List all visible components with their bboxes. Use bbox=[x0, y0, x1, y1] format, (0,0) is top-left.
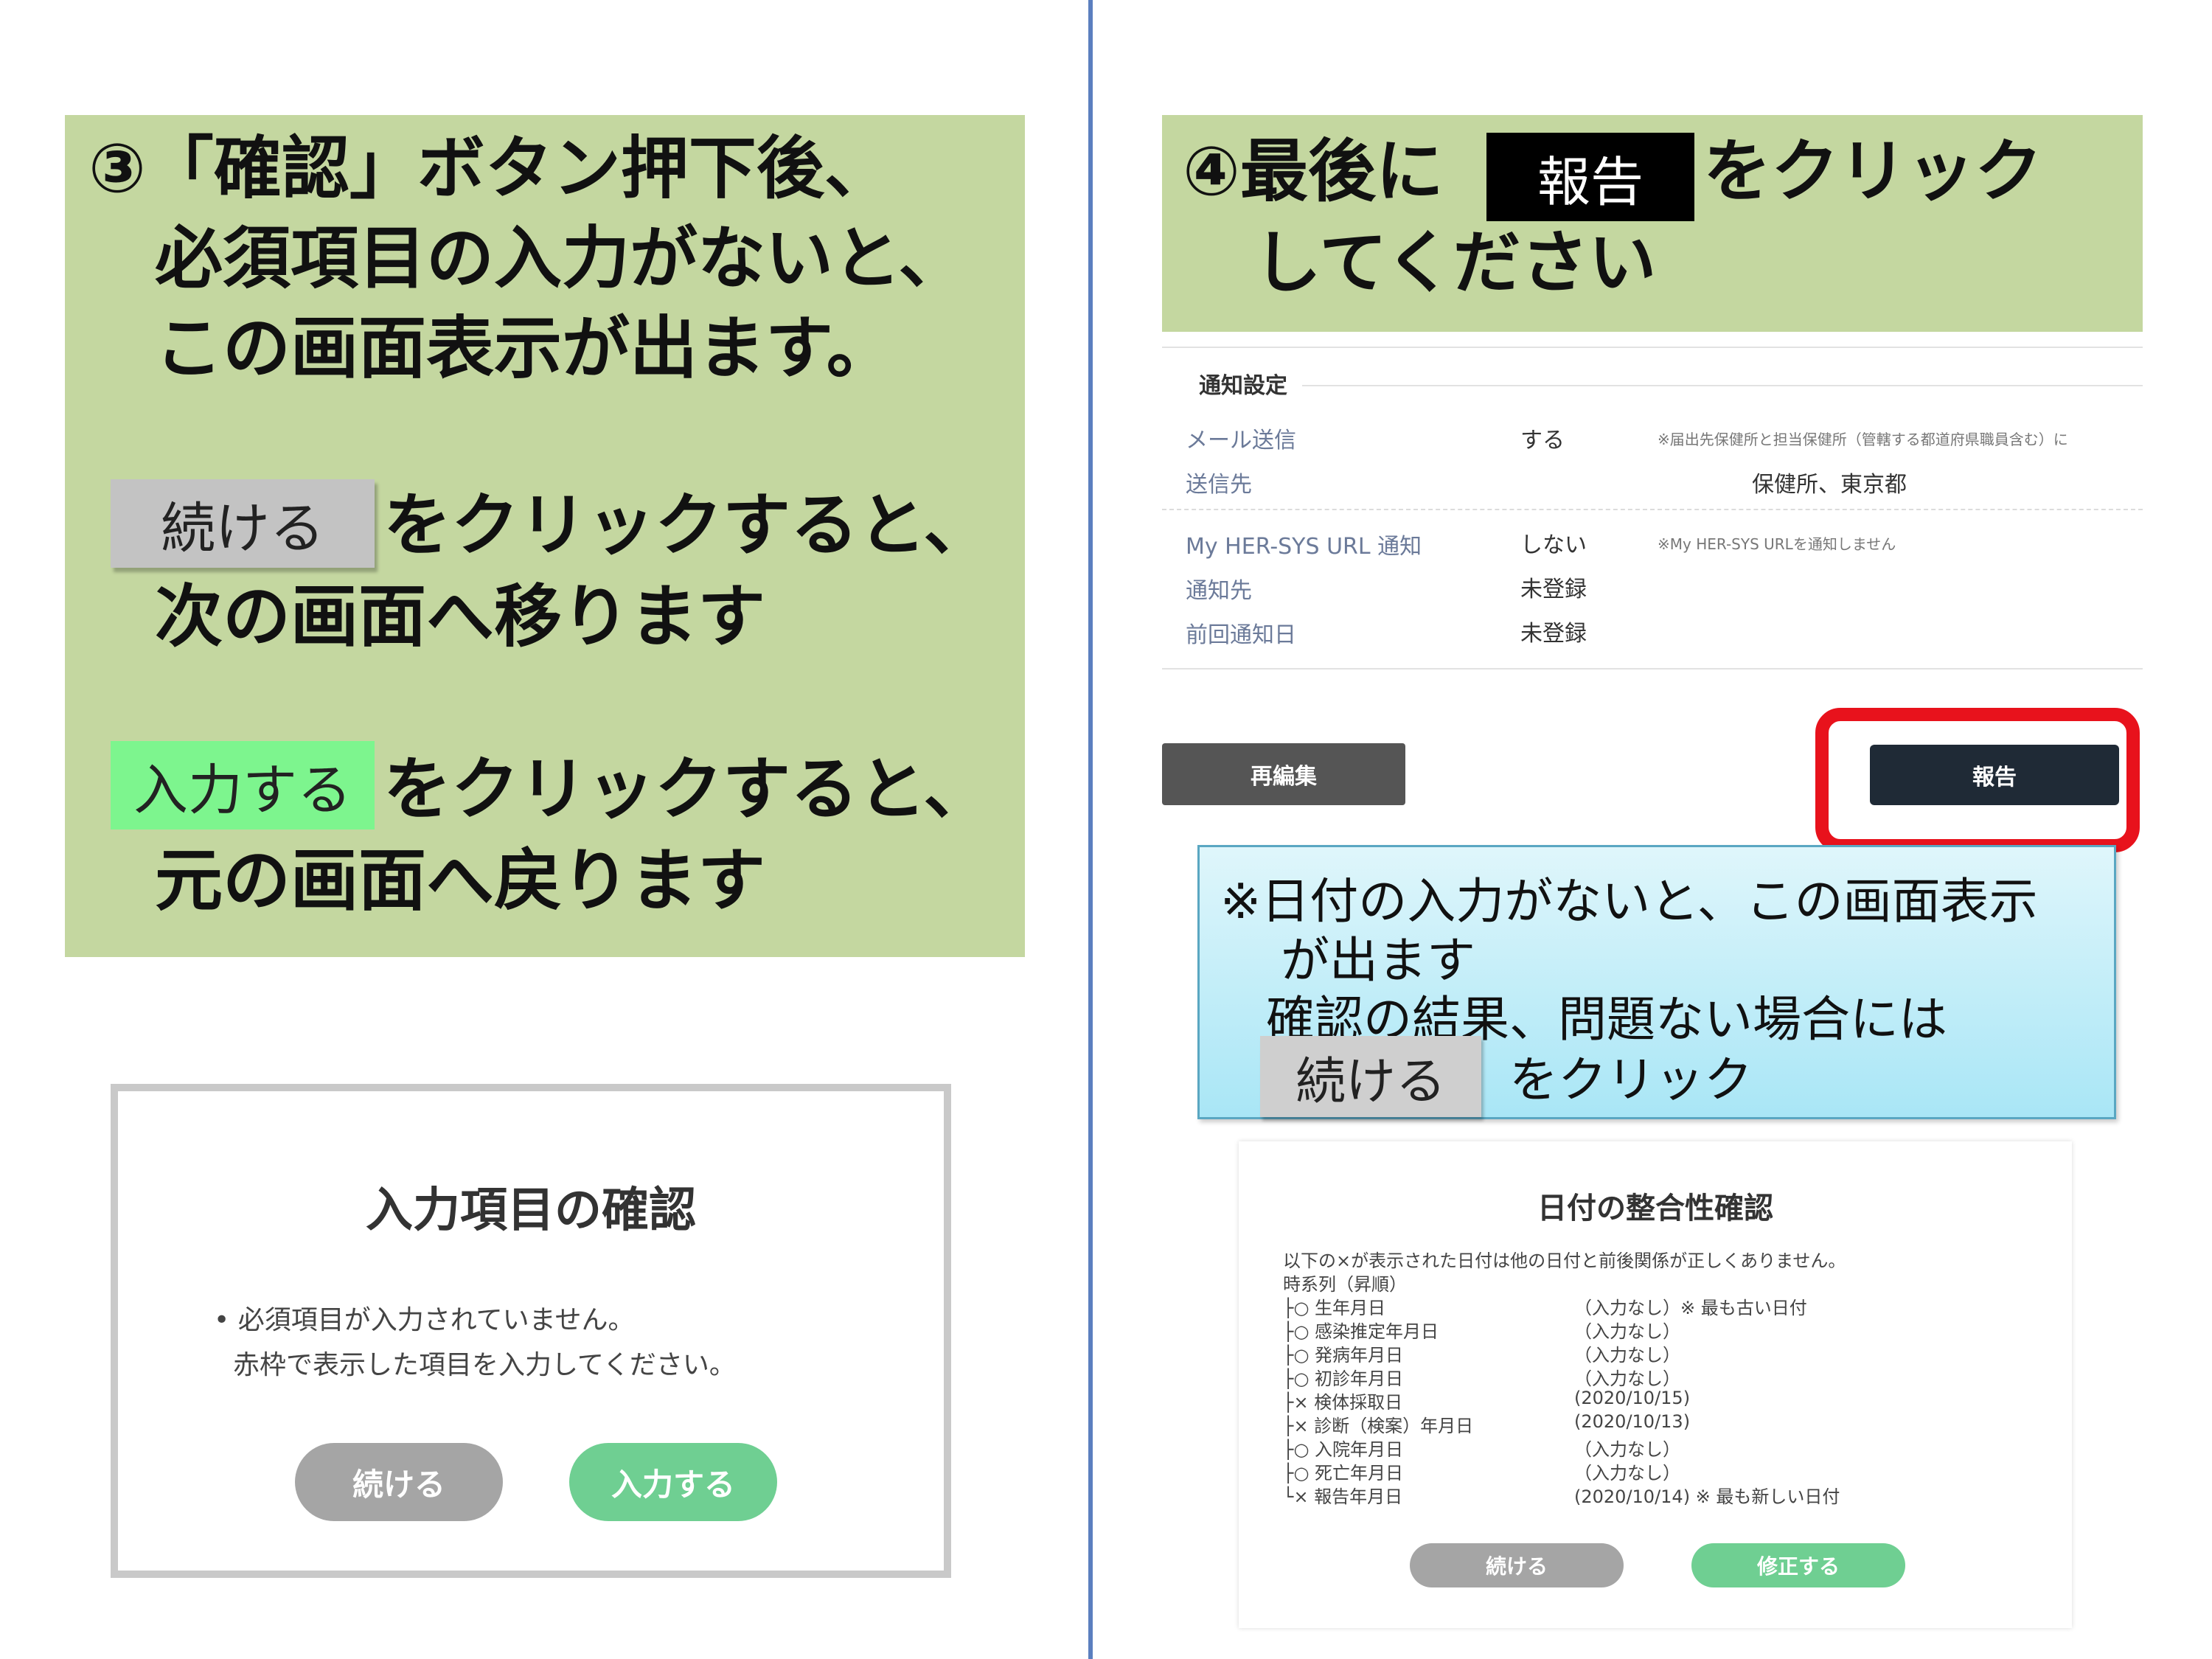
step3-heading-line2: 必須項目の入力がないと、 bbox=[155, 219, 967, 298]
notify-label: 通知先 bbox=[1186, 578, 1252, 604]
message-line1: 必須項目が入力されていません。 bbox=[237, 1305, 635, 1335]
continue-instruction-line2: 次の画面へ移ります bbox=[155, 577, 766, 656]
continue-chip: 続ける bbox=[111, 479, 375, 568]
date-row-label: ├○ 生年月日 bbox=[1283, 1298, 1386, 1318]
date-row-label: ├○ 初診年月日 bbox=[1283, 1368, 1404, 1389]
input-confirm-dialog: 入力項目の確認 • 必須項目が入力されていません。 赤枠で表示した項目を入力して… bbox=[111, 1084, 951, 1578]
date-note-box: ※日付の入力がないと、この画面表示 が出ます 確認の結果、問題ない場合には 続け… bbox=[1197, 845, 2116, 1119]
dest-value: 保健所、東京都 bbox=[1752, 472, 1907, 498]
dialog-title: 入力項目の確認 bbox=[366, 1183, 696, 1238]
date-fix-button[interactable]: 修正する bbox=[1691, 1543, 1905, 1587]
input-instruction-line1: をクリックすると、 bbox=[383, 750, 992, 829]
step4-heading-prefix: ④最後に bbox=[1183, 132, 1444, 211]
vertical-divider bbox=[1088, 0, 1093, 1659]
date-check-order: 時系列（昇順） bbox=[1283, 1274, 1407, 1295]
date-consistency-dialog: 日付の整合性確認 以下の×が表示された日付は他の日付と前後関係が正しくありません… bbox=[1239, 1141, 2072, 1628]
date-check-title: 日付の整合性確認 bbox=[1537, 1192, 1773, 1225]
continue-button[interactable]: 続ける bbox=[295, 1443, 503, 1521]
message-line2: 赤枠で表示した項目を入力してください。 bbox=[233, 1350, 736, 1381]
input-button[interactable]: 入力する bbox=[569, 1443, 777, 1521]
date-row-value: (2020/10/15) bbox=[1574, 1388, 1691, 1408]
url-note: ※My HER-SYS URLを通知しません bbox=[1658, 535, 1896, 553]
date-row-label: ├○ 発病年月日 bbox=[1283, 1345, 1404, 1366]
step3-heading-line1: ③「確認」ボタン押下後、 bbox=[88, 129, 892, 208]
mail-note: ※届出先保健所と担当保健所（管轄する都道府県職員含む）に bbox=[1658, 431, 2068, 448]
date-row-label: ├○ 死亡年月日 bbox=[1283, 1463, 1404, 1484]
bullet: • bbox=[214, 1305, 230, 1335]
last-notify-value: 未登録 bbox=[1520, 621, 1587, 647]
input-chip: 入力する bbox=[111, 741, 375, 830]
date-row-value: (2020/10/13) bbox=[1574, 1411, 1691, 1432]
settings-section-title: 通知設定 bbox=[1199, 373, 1287, 399]
date-row-value: （入力なし） bbox=[1574, 1439, 1680, 1460]
note-line4: をクリック bbox=[1509, 1051, 1753, 1108]
dest-label: 送信先 bbox=[1186, 472, 1252, 498]
url-label: My HER-SYS URL 通知 bbox=[1186, 534, 1422, 560]
date-row-value: （入力なし） bbox=[1574, 1463, 1680, 1484]
date-row-value: (2020/10/14) ※ 最も新しい日付 bbox=[1574, 1486, 1840, 1507]
continue-instruction-line1: をクリックすると、 bbox=[383, 486, 992, 565]
note-continue-chip: 続ける bbox=[1260, 1036, 1481, 1117]
step3-heading-line3: この画面表示が出ます。 bbox=[155, 309, 894, 388]
step4-heading-line2: してください bbox=[1253, 223, 1657, 302]
report-chip: 報告 bbox=[1486, 133, 1694, 221]
date-row-value: （入力なし） bbox=[1574, 1321, 1680, 1342]
report-button[interactable]: 報告 bbox=[1870, 745, 2119, 805]
date-row-value: （入力なし）※ 最も古い日付 bbox=[1574, 1298, 1807, 1318]
date-check-description: 以下の×が表示された日付は他の日付と前後関係が正しくありません。 bbox=[1283, 1251, 1846, 1271]
notify-value: 未登録 bbox=[1520, 577, 1587, 602]
date-row-label: ├× 検体採取日 bbox=[1283, 1392, 1403, 1413]
dialog-message: • 必須項目が入力されていません。 赤枠で表示した項目を入力してください。 bbox=[214, 1298, 736, 1388]
date-row-value: （入力なし） bbox=[1574, 1368, 1680, 1389]
mail-value: する bbox=[1520, 428, 1565, 453]
step4-heading-suffix: をクリック bbox=[1703, 132, 2043, 211]
last-notify-label: 前回通知日 bbox=[1186, 622, 1296, 648]
date-row-label: ├○ 感染推定年月日 bbox=[1283, 1321, 1439, 1342]
date-row-value: （入力なし） bbox=[1574, 1345, 1680, 1366]
reedit-button[interactable]: 再編集 bbox=[1162, 743, 1405, 805]
date-row-label: ├× 診断（検案）年月日 bbox=[1283, 1416, 1474, 1436]
mail-label: メール送信 bbox=[1186, 428, 1296, 453]
notification-settings: 通知設定 メール送信 する ※届出先保健所と担当保健所（管轄する都道府県職員含む… bbox=[1162, 347, 2143, 671]
date-row-label: └× 報告年月日 bbox=[1283, 1486, 1403, 1507]
date-continue-button[interactable]: 続ける bbox=[1410, 1543, 1624, 1587]
url-value: しない bbox=[1520, 532, 1587, 558]
date-row-label: ├○ 入院年月日 bbox=[1283, 1439, 1404, 1460]
input-instruction-line2: 元の画面へ戻ります bbox=[155, 841, 766, 920]
